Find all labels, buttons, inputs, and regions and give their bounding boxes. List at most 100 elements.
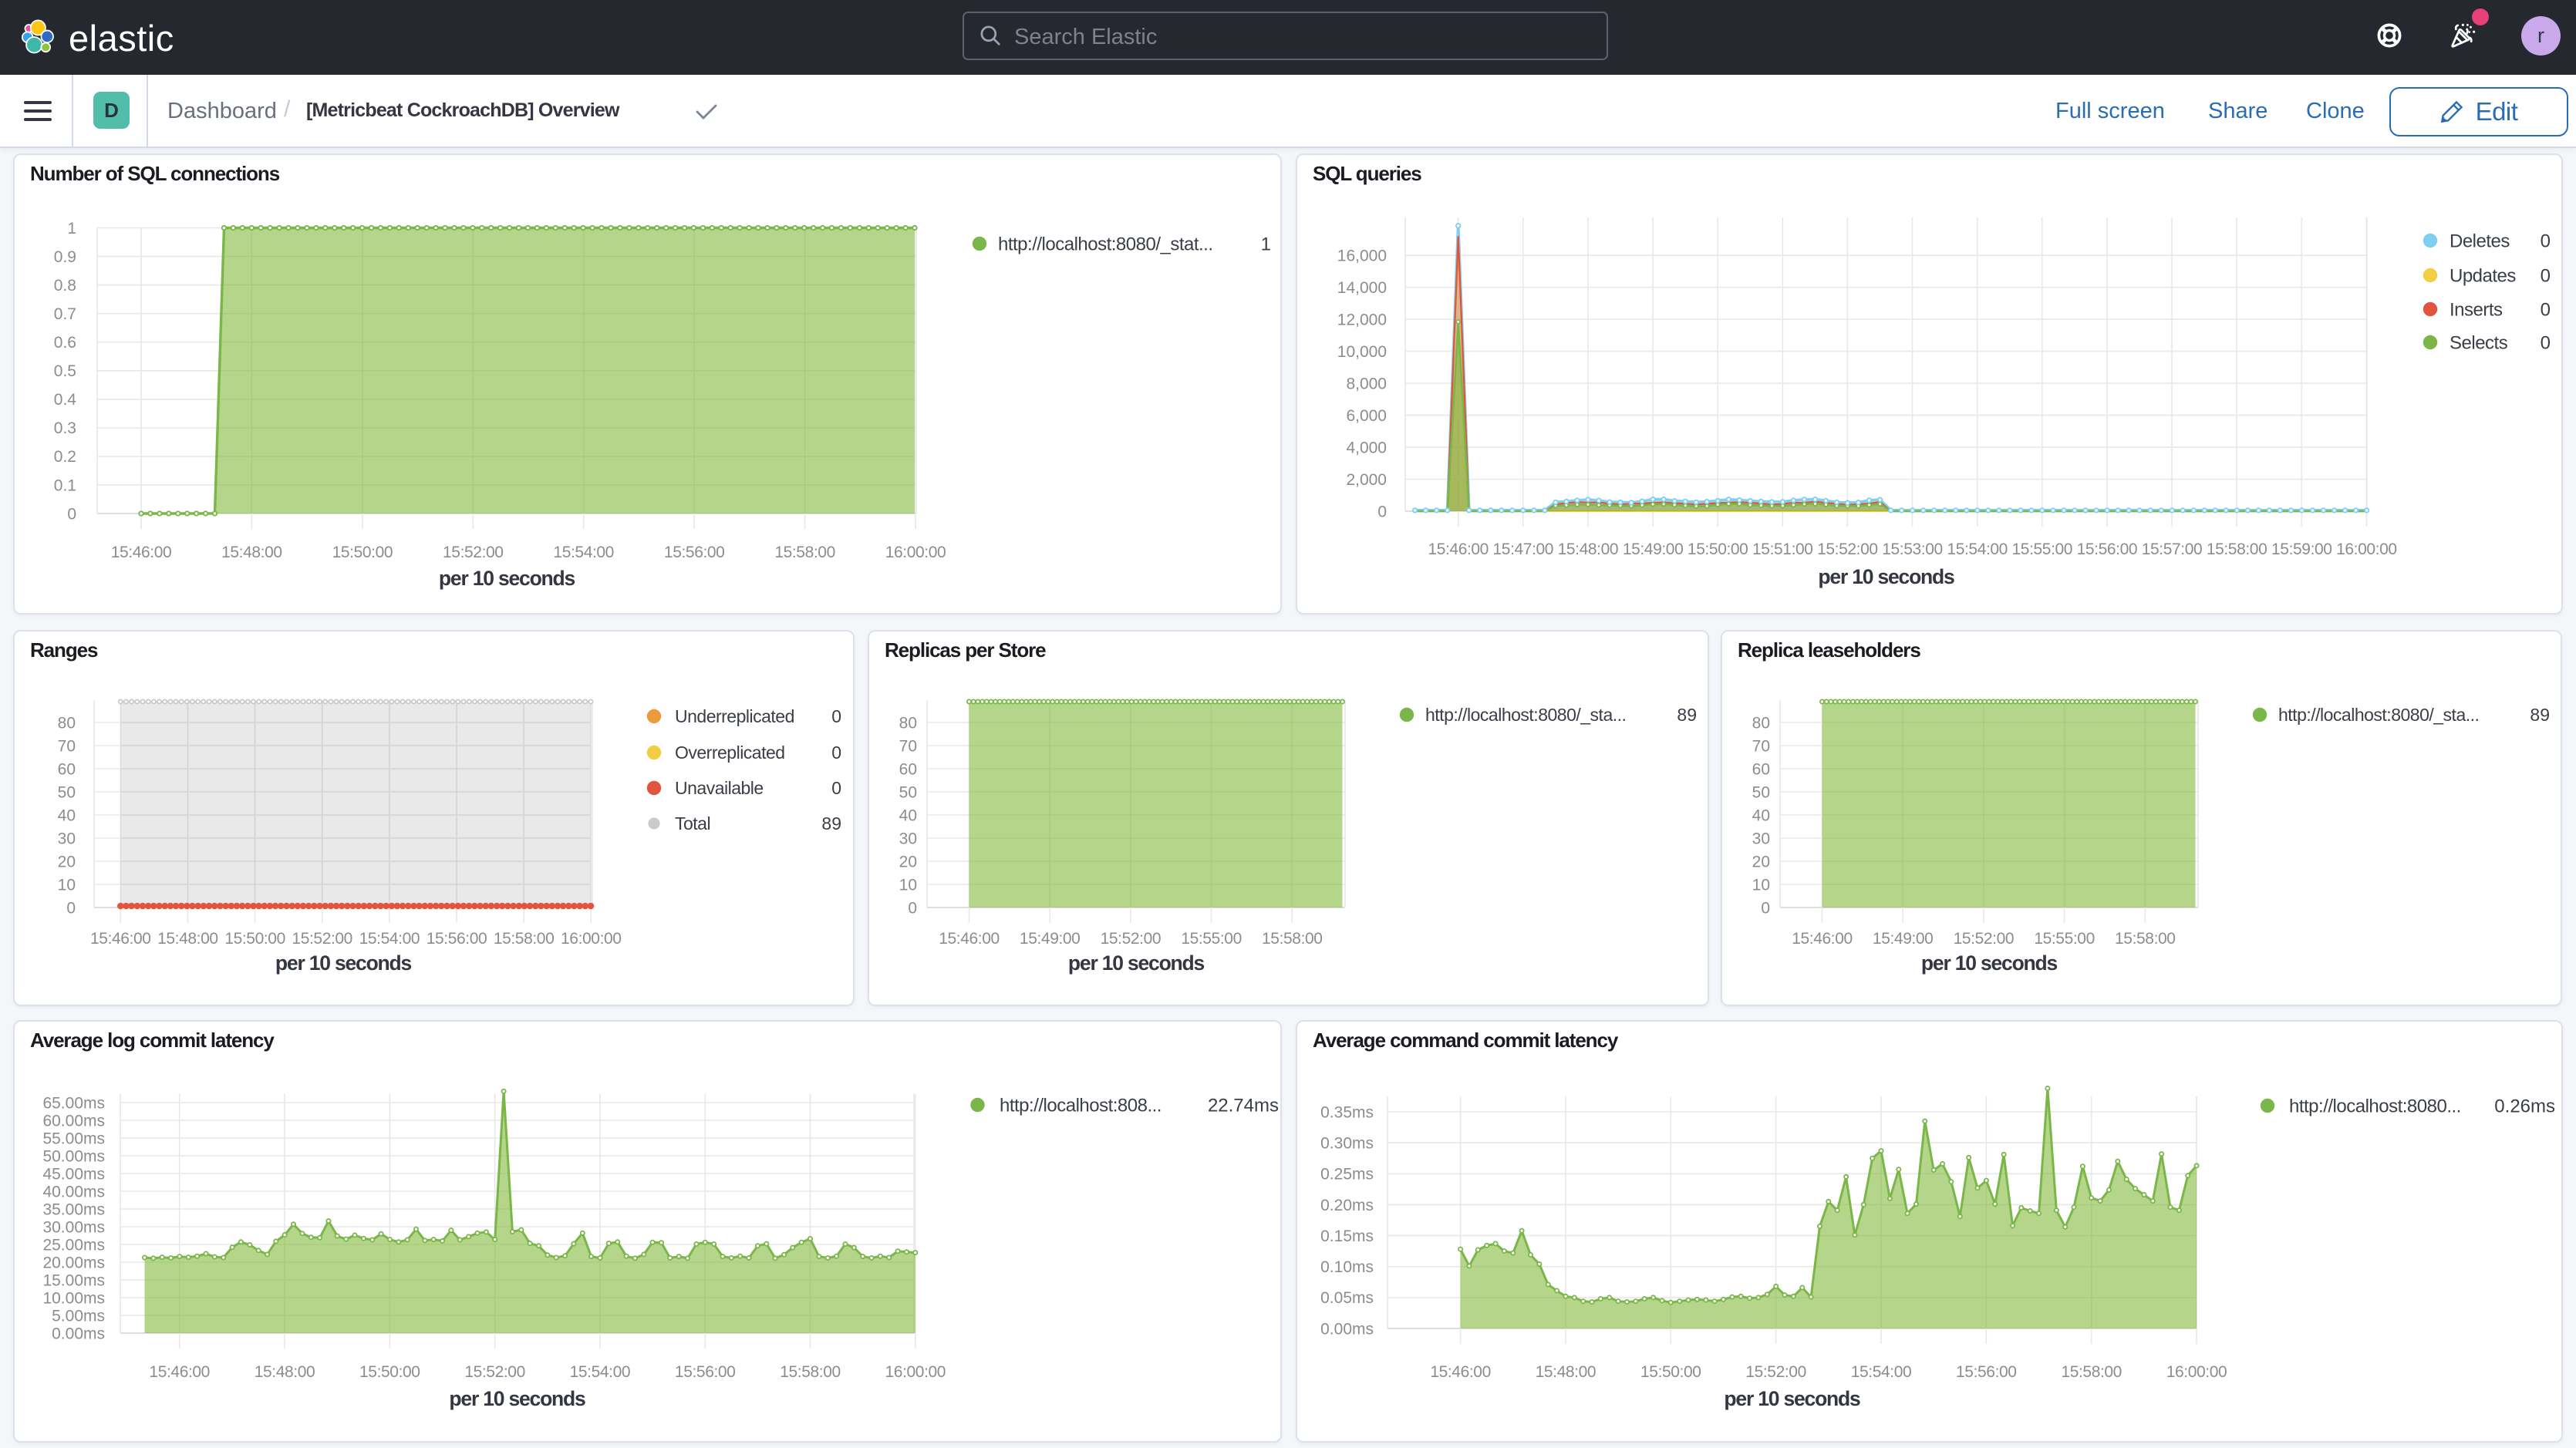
svg-text:0: 0 [831, 743, 841, 763]
svg-text:per 10 seconds: per 10 seconds [1818, 565, 1954, 588]
svg-text:15:55:00: 15:55:00 [2012, 540, 2073, 558]
svg-text:16:00:00: 16:00:00 [2166, 1363, 2227, 1381]
svg-text:60: 60 [1752, 760, 1770, 778]
svg-text:0: 0 [908, 899, 917, 917]
svg-text:40: 40 [1752, 807, 1770, 824]
svg-text:15:52:00: 15:52:00 [443, 544, 504, 561]
svg-text:15:58:00: 15:58:00 [1262, 930, 1323, 948]
svg-text:15:58:00: 15:58:00 [2061, 1363, 2122, 1381]
svg-text:8,000: 8,000 [1346, 375, 1387, 393]
svg-text:15:50:00: 15:50:00 [1640, 1363, 1701, 1381]
svg-text:14,000: 14,000 [1337, 279, 1387, 297]
svg-text:10: 10 [58, 876, 76, 894]
svg-text:15:46:00: 15:46:00 [90, 930, 151, 948]
svg-text:16:00:00: 16:00:00 [885, 1363, 946, 1381]
svg-text:Selects: Selects [2450, 332, 2508, 353]
svg-text:Overreplicated: Overreplicated [675, 743, 785, 763]
svg-text:0.2: 0.2 [54, 448, 76, 466]
svg-text:Replicas per Store: Replicas per Store [885, 638, 1046, 662]
svg-text:15:55:00: 15:55:00 [2034, 930, 2095, 948]
svg-text:Number of SQL connections: Number of SQL connections [30, 162, 280, 185]
svg-text:Updates: Updates [2450, 265, 2516, 286]
svg-text:10.00ms: 10.00ms [42, 1289, 105, 1307]
svg-text:15:54:00: 15:54:00 [570, 1363, 631, 1381]
svg-text:0: 0 [1377, 503, 1387, 520]
svg-text:15:48:00: 15:48:00 [157, 930, 218, 948]
svg-text:15:54:00: 15:54:00 [1947, 540, 2008, 558]
svg-text:45.00ms: 45.00ms [42, 1165, 105, 1183]
svg-text:1: 1 [67, 220, 76, 237]
svg-text:15:50:00: 15:50:00 [224, 930, 285, 948]
svg-text:15:48:00: 15:48:00 [1558, 540, 1619, 558]
svg-text:15:59:00: 15:59:00 [2271, 540, 2332, 558]
svg-text:40: 40 [899, 807, 917, 824]
svg-text:35.00ms: 35.00ms [42, 1200, 105, 1218]
svg-text:15:46:00: 15:46:00 [1430, 1363, 1491, 1381]
svg-text:per 10 seconds: per 10 seconds [275, 951, 412, 975]
svg-text:Unavailable: Unavailable [675, 778, 764, 798]
svg-text:15:51:00: 15:51:00 [1752, 540, 1813, 558]
svg-text:0.26ms: 0.26ms [2494, 1096, 2555, 1116]
svg-text:0.7: 0.7 [54, 305, 76, 323]
svg-text:per 10 seconds: per 10 seconds [1921, 951, 2058, 975]
svg-text:15:53:00: 15:53:00 [1882, 540, 1943, 558]
svg-text:15:56:00: 15:56:00 [675, 1363, 736, 1381]
svg-text:16:00:00: 16:00:00 [561, 930, 622, 948]
svg-text:0.20ms: 0.20ms [1320, 1197, 1374, 1214]
svg-text:0.6: 0.6 [54, 334, 76, 352]
svg-text:15:54:00: 15:54:00 [553, 544, 614, 561]
svg-text:http://localhost:8080/_stat...: http://localhost:8080/_stat... [998, 234, 1213, 254]
svg-text:30.00ms: 30.00ms [42, 1218, 105, 1236]
svg-text:0.8: 0.8 [54, 277, 76, 295]
svg-text:20: 20 [899, 853, 917, 870]
svg-text:15:46:00: 15:46:00 [149, 1363, 210, 1381]
svg-text:15:58:00: 15:58:00 [774, 544, 835, 561]
svg-text:50.00ms: 50.00ms [42, 1147, 105, 1165]
svg-text:0: 0 [67, 505, 76, 523]
svg-text:12,000: 12,000 [1337, 311, 1387, 329]
svg-text:0: 0 [1761, 899, 1770, 917]
svg-text:50: 50 [899, 783, 917, 801]
svg-text:SQL queries: SQL queries [1313, 162, 1421, 185]
svg-text:6,000: 6,000 [1346, 407, 1387, 425]
svg-text:60: 60 [58, 760, 76, 778]
svg-text:0: 0 [2541, 299, 2551, 320]
svg-text:80: 80 [58, 714, 76, 732]
svg-text:15:46:00: 15:46:00 [111, 544, 172, 561]
svg-text:15:58:00: 15:58:00 [780, 1363, 841, 1381]
svg-text:0.25ms: 0.25ms [1320, 1166, 1374, 1184]
svg-text:30: 30 [1752, 830, 1770, 847]
svg-text:10: 10 [899, 876, 917, 894]
svg-text:60: 60 [899, 760, 917, 778]
svg-text:15:57:00: 15:57:00 [2142, 540, 2203, 558]
svg-text:0: 0 [831, 706, 841, 726]
svg-text:50: 50 [1752, 783, 1770, 801]
svg-text:http://localhost:8080/_sta...: http://localhost:8080/_sta... [2278, 705, 2479, 725]
svg-text:10: 10 [1752, 876, 1770, 894]
svg-text:0: 0 [831, 778, 841, 798]
svg-text:15:49:00: 15:49:00 [1020, 930, 1081, 948]
svg-text:http://localhost:8080/_sta...: http://localhost:8080/_sta... [1425, 705, 1626, 725]
svg-text:15:56:00: 15:56:00 [427, 930, 487, 948]
svg-text:0.05ms: 0.05ms [1320, 1289, 1374, 1307]
svg-text:15:56:00: 15:56:00 [664, 544, 725, 561]
svg-text:89: 89 [1677, 705, 1697, 725]
svg-text:15:46:00: 15:46:00 [1428, 540, 1489, 558]
svg-text:60.00ms: 60.00ms [42, 1112, 105, 1130]
svg-text:5.00ms: 5.00ms [52, 1307, 105, 1325]
svg-text:0: 0 [2541, 231, 2551, 251]
svg-text:0.30ms: 0.30ms [1320, 1135, 1374, 1153]
svg-text:16,000: 16,000 [1337, 248, 1387, 265]
svg-text:20: 20 [1752, 853, 1770, 870]
svg-text:Replica leaseholders: Replica leaseholders [1738, 638, 1920, 662]
svg-text:15:48:00: 15:48:00 [221, 544, 282, 561]
svg-text:0.10ms: 0.10ms [1320, 1258, 1374, 1276]
svg-text:Inserts: Inserts [2450, 299, 2503, 320]
svg-text:Ranges: Ranges [30, 638, 98, 662]
svg-text:40: 40 [58, 807, 76, 824]
svg-text:per 10 seconds: per 10 seconds [439, 567, 575, 590]
svg-text:15:50:00: 15:50:00 [359, 1363, 420, 1381]
svg-text:http://localhost:8080...: http://localhost:8080... [2289, 1096, 2461, 1116]
svg-text:15:52:00: 15:52:00 [292, 930, 352, 948]
svg-text:80: 80 [1752, 714, 1770, 732]
